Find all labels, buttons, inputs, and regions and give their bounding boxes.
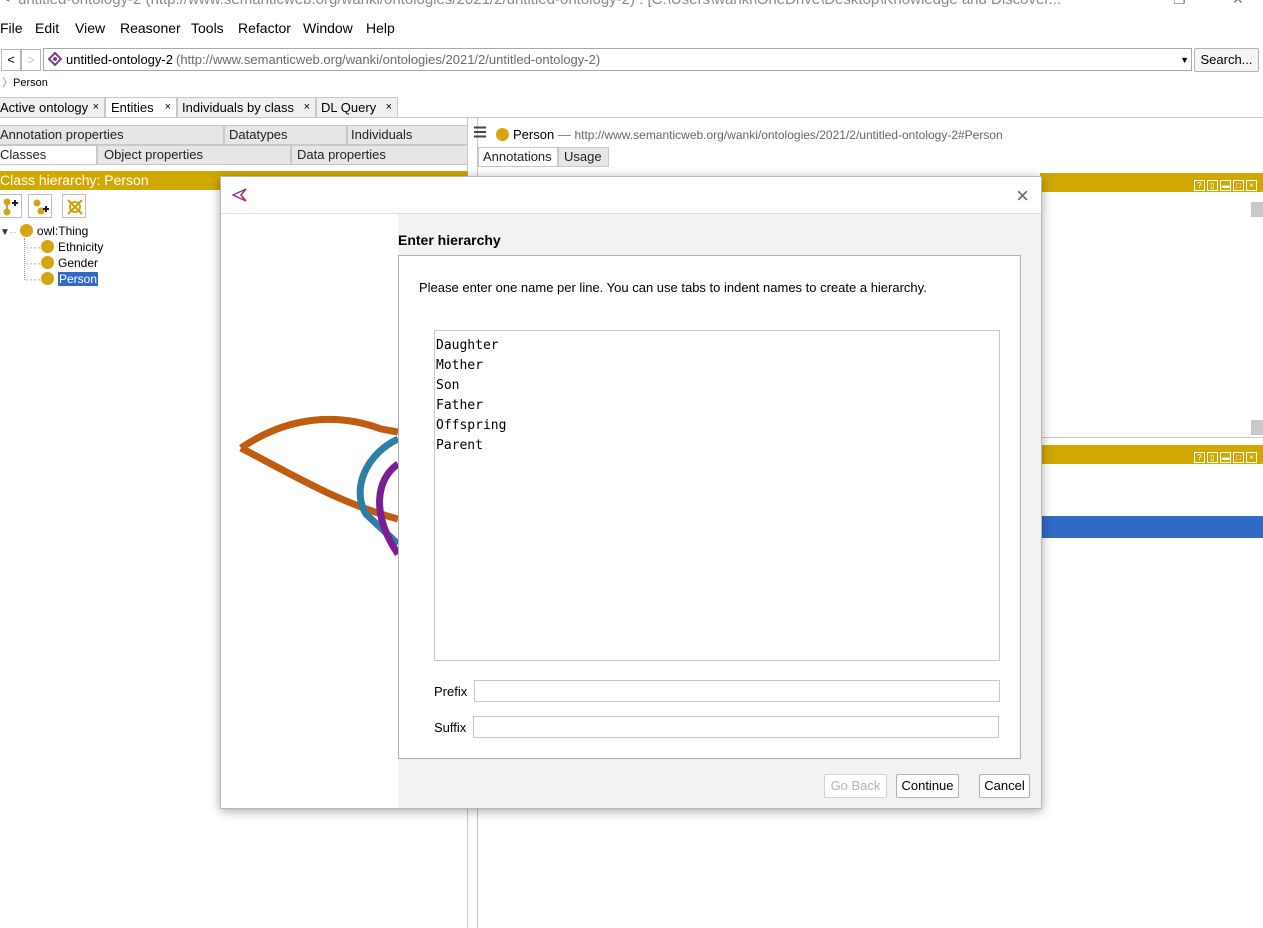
tab-annotations[interactable]: Annotations (478, 147, 558, 167)
breadcrumb-chevron-icon: 〉 (2, 77, 13, 89)
tab-dl-query[interactable]: DL Query × (316, 97, 398, 118)
close-tab-icon[interactable]: × (304, 98, 310, 117)
delete-class-button[interactable] (62, 194, 86, 218)
dialog-title-bar: × (221, 177, 1041, 214)
hierarchy-textarea[interactable]: Daughter Mother Son Father Offspring Par… (434, 330, 1000, 661)
close-tab-icon[interactable]: × (165, 98, 171, 117)
view-controls[interactable]: ? ▯ ▬ □ × (1192, 176, 1257, 191)
tab-object-properties[interactable]: Object properties (97, 145, 291, 165)
usage-view-header: ? ▯ ▬ □ × (1040, 445, 1263, 464)
maximize-icon[interactable]: ❐ (1173, 0, 1186, 8)
close-window-icon[interactable]: ✕ (1232, 0, 1244, 8)
annotations-view-header: ? ▯ ▬ □ × (1040, 173, 1263, 192)
tree-node-person[interactable]: ···· Person (25, 272, 99, 286)
class-icon (40, 240, 54, 253)
back-button[interactable]: < (1, 49, 21, 71)
close-tab-icon[interactable]: × (93, 98, 99, 117)
tab-individuals-by-class[interactable]: Individuals by class × (177, 97, 316, 118)
view-menu-icon[interactable] (474, 126, 487, 141)
tab-label: Entities (111, 100, 154, 115)
tree-node-label: Gender (57, 256, 99, 270)
window-title: untitled-ontology-2 (http://www.semantic… (18, 0, 1061, 8)
continue-button[interactable]: Continue (896, 774, 959, 798)
forward-button[interactable]: > (21, 49, 41, 71)
tab-datatypes[interactable]: Datatypes (224, 125, 347, 145)
tab-label: DL Query (321, 100, 377, 115)
breadcrumb-item[interactable]: Person (13, 77, 48, 89)
menu-tools[interactable]: Tools (191, 20, 224, 36)
tree-node-label: owl:Thing (36, 224, 89, 238)
breadcrumb[interactable]: 〉Person (2, 74, 48, 90)
tree-node-owl-thing[interactable]: ▼·· owl:Thing (0, 224, 88, 238)
dialog-heading: Enter hierarchy (398, 232, 501, 248)
menu-reasoner[interactable]: Reasoner (120, 20, 181, 36)
tab-annotation-properties[interactable]: Annotation properties (0, 125, 224, 145)
cancel-button[interactable]: Cancel (979, 774, 1030, 798)
tree-node-label-selected: Person (57, 272, 99, 286)
class-icon (19, 224, 33, 237)
add-sibling-button[interactable] (28, 194, 52, 218)
entity-name: Person (513, 127, 555, 142)
tree-node-label: Ethnicity (57, 240, 104, 254)
menu-window[interactable]: Window (303, 20, 353, 36)
ontology-name: untitled-ontology-2 (66, 52, 173, 67)
separator: — (557, 127, 571, 142)
tab-label: Active ontology (0, 100, 89, 115)
add-subclass-button[interactable] (0, 194, 22, 218)
ontology-icon (48, 52, 62, 66)
window-title-bar: untitled-ontology-2 (http://www.semantic… (0, 0, 1263, 9)
add-subclass-icon (3, 198, 18, 216)
dropdown-arrow-icon[interactable]: ▼ (1180, 55, 1189, 65)
menu-bar: File Edit View Reasoner Tools Refactor W… (0, 17, 1263, 39)
go-back-button[interactable]: Go Back (824, 774, 887, 798)
tab-data-properties[interactable]: Data properties (291, 145, 468, 165)
tree-expand-icon[interactable]: ▼ (0, 227, 10, 238)
prefix-field[interactable] (474, 680, 1000, 702)
tree-node-gender[interactable]: ···· Gender (25, 256, 98, 270)
tab-entities[interactable]: Entities × (105, 97, 177, 118)
protege-icon (232, 188, 247, 202)
search-button[interactable]: Search... (1194, 48, 1259, 72)
class-icon (40, 272, 54, 285)
dialog-instructions: Please enter one name per line. You can … (419, 280, 927, 295)
tab-label: Individuals by class (182, 100, 294, 115)
protege-watermark-logo (221, 214, 398, 808)
tab-individuals[interactable]: Individuals (347, 125, 468, 145)
close-dialog-icon[interactable]: × (1016, 183, 1029, 209)
menu-help[interactable]: Help (366, 20, 395, 36)
entity-header: Person — http://www.semanticweb.org/wank… (496, 127, 1003, 142)
menu-file[interactable]: File (0, 20, 23, 36)
tab-usage[interactable]: Usage (558, 147, 609, 167)
class-icon (40, 256, 54, 269)
menu-refactor[interactable]: Refactor (238, 20, 291, 36)
tree-node-ethnicity[interactable]: ···· Ethnicity (25, 240, 103, 254)
view-controls[interactable]: ? ▯ ▬ □ × (1192, 448, 1257, 463)
menu-view[interactable]: View (75, 20, 105, 36)
suffix-field[interactable] (473, 716, 999, 738)
menu-edit[interactable]: Edit (35, 20, 59, 36)
create-class-hierarchy-dialog: × Enter hierarchy Please enter one name … (220, 176, 1042, 809)
ontology-selector[interactable]: untitled-ontology-2 (http://www.semantic… (43, 48, 1192, 71)
tab-classes[interactable]: Classes (0, 145, 97, 165)
prefix-label: Prefix (434, 684, 468, 699)
protege-icon (6, 0, 10, 2)
scrollbar-thumb[interactable] (1251, 202, 1263, 217)
entity-iri: http://www.semanticweb.org/wanki/ontolog… (574, 128, 1003, 142)
class-icon (496, 128, 509, 141)
ontology-iri: (http://www.semanticweb.org/wanki/ontolo… (176, 52, 601, 67)
add-sibling-icon (33, 199, 49, 215)
tab-active-ontology[interactable]: Active ontology × (0, 97, 105, 118)
suffix-label: Suffix (434, 720, 467, 735)
delete-class-icon (67, 199, 83, 215)
dialog-content-panel: Please enter one name per line. You can … (398, 255, 1021, 759)
selected-row[interactable] (1040, 516, 1263, 538)
class-hierarchy-title: Class hierarchy: Person (0, 172, 149, 188)
close-tab-icon[interactable]: × (386, 98, 392, 117)
scrollbar-thumb[interactable] (1251, 420, 1263, 435)
